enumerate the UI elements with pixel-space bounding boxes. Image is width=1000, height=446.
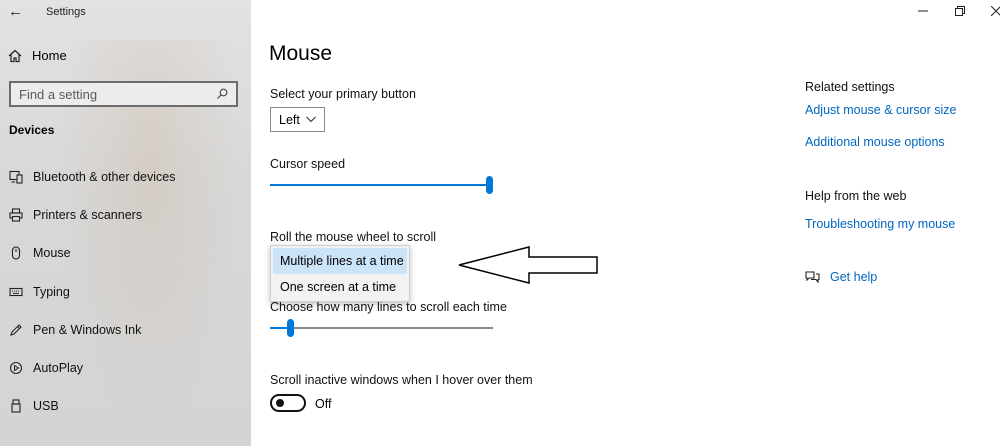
slider-fill bbox=[270, 184, 490, 186]
wheel-scroll-label: Roll the mouse wheel to scroll bbox=[270, 230, 437, 244]
get-help-link[interactable]: Get help bbox=[805, 270, 877, 284]
home-icon bbox=[8, 49, 22, 62]
lines-to-scroll-label: Choose how many lines to scroll each tim… bbox=[270, 300, 507, 314]
cursor-speed-label: Cursor speed bbox=[270, 157, 346, 171]
dropdown-option-selected[interactable]: Multiple lines at a time bbox=[273, 248, 407, 274]
slider-thumb[interactable] bbox=[287, 319, 294, 337]
sidebar-item-label: Mouse bbox=[33, 246, 71, 260]
sidebar-item-label: Home bbox=[32, 48, 67, 63]
sidebar-item-label: Pen & Windows Ink bbox=[33, 323, 142, 337]
cursor-speed-slider[interactable] bbox=[270, 176, 493, 194]
help-web-heading: Help from the web bbox=[805, 189, 907, 203]
search-box[interactable] bbox=[9, 81, 238, 107]
related-settings-heading: Related settings bbox=[805, 80, 895, 94]
minimize-icon[interactable] bbox=[916, 4, 930, 18]
bluetooth-devices-icon bbox=[9, 170, 23, 184]
scroll-inactive-toggle[interactable] bbox=[270, 394, 306, 412]
printer-icon bbox=[9, 208, 23, 222]
close-icon[interactable] bbox=[989, 4, 1000, 18]
link-additional-mouse-options[interactable]: Additional mouse options bbox=[805, 135, 945, 149]
usb-icon bbox=[11, 399, 21, 413]
sidebar-item-mouse[interactable]: Mouse bbox=[8, 246, 71, 260]
keyboard-icon bbox=[9, 287, 23, 297]
annotation-arrow-icon bbox=[458, 246, 598, 284]
mouse-icon bbox=[11, 246, 21, 260]
toggle-knob bbox=[276, 399, 284, 407]
get-help-label: Get help bbox=[830, 270, 878, 284]
sidebar-item-label: AutoPlay bbox=[33, 361, 84, 375]
sidebar-item-label: Typing bbox=[33, 285, 70, 299]
app-title: Settings bbox=[46, 6, 86, 18]
lines-to-scroll-slider[interactable] bbox=[270, 319, 493, 337]
primary-button-dropdown[interactable]: Left bbox=[270, 107, 325, 132]
sidebar-item-label: USB bbox=[33, 399, 59, 413]
restore-icon[interactable] bbox=[953, 4, 967, 18]
wheel-scroll-dropdown-list[interactable]: Multiple lines at a time One screen at a… bbox=[270, 245, 410, 302]
search-icon[interactable] bbox=[216, 88, 228, 100]
sidebar-item-pen[interactable]: Pen & Windows Ink bbox=[8, 323, 141, 337]
autoplay-icon bbox=[9, 361, 23, 375]
sidebar-item-label: Bluetooth & other devices bbox=[33, 170, 176, 184]
dropdown-value: Left bbox=[279, 112, 300, 127]
slider-track bbox=[270, 327, 493, 329]
back-arrow-icon[interactable]: ← bbox=[8, 3, 23, 20]
sidebar-item-autoplay[interactable]: AutoPlay bbox=[8, 361, 83, 375]
sidebar-item-home[interactable]: Home bbox=[8, 48, 67, 63]
sidebar-item-label: Printers & scanners bbox=[33, 208, 143, 222]
pen-icon bbox=[10, 324, 22, 336]
scroll-inactive-label: Scroll inactive windows when I hover ove… bbox=[270, 373, 533, 387]
chat-help-icon bbox=[805, 271, 820, 284]
page-title: Mouse bbox=[269, 42, 333, 65]
link-adjust-cursor-size[interactable]: Adjust mouse & cursor size bbox=[805, 103, 956, 117]
sidebar: ← Settings Home Devices Bluetooth & othe… bbox=[0, 0, 251, 446]
slider-thumb[interactable] bbox=[486, 176, 493, 194]
sidebar-item-usb[interactable]: USB bbox=[8, 399, 59, 413]
link-troubleshooting-mouse[interactable]: Troubleshooting my mouse bbox=[805, 217, 955, 231]
section-heading: Devices bbox=[9, 123, 55, 137]
dropdown-option[interactable]: One screen at a time bbox=[271, 274, 409, 300]
chevron-down-icon bbox=[306, 116, 316, 123]
toggle-state-label: Off bbox=[315, 397, 332, 411]
primary-button-label: Select your primary button bbox=[270, 87, 416, 101]
sidebar-item-printers[interactable]: Printers & scanners bbox=[8, 208, 142, 222]
search-input[interactable] bbox=[19, 86, 216, 102]
sidebar-item-typing[interactable]: Typing bbox=[8, 285, 70, 299]
sidebar-item-bluetooth[interactable]: Bluetooth & other devices bbox=[8, 170, 175, 184]
